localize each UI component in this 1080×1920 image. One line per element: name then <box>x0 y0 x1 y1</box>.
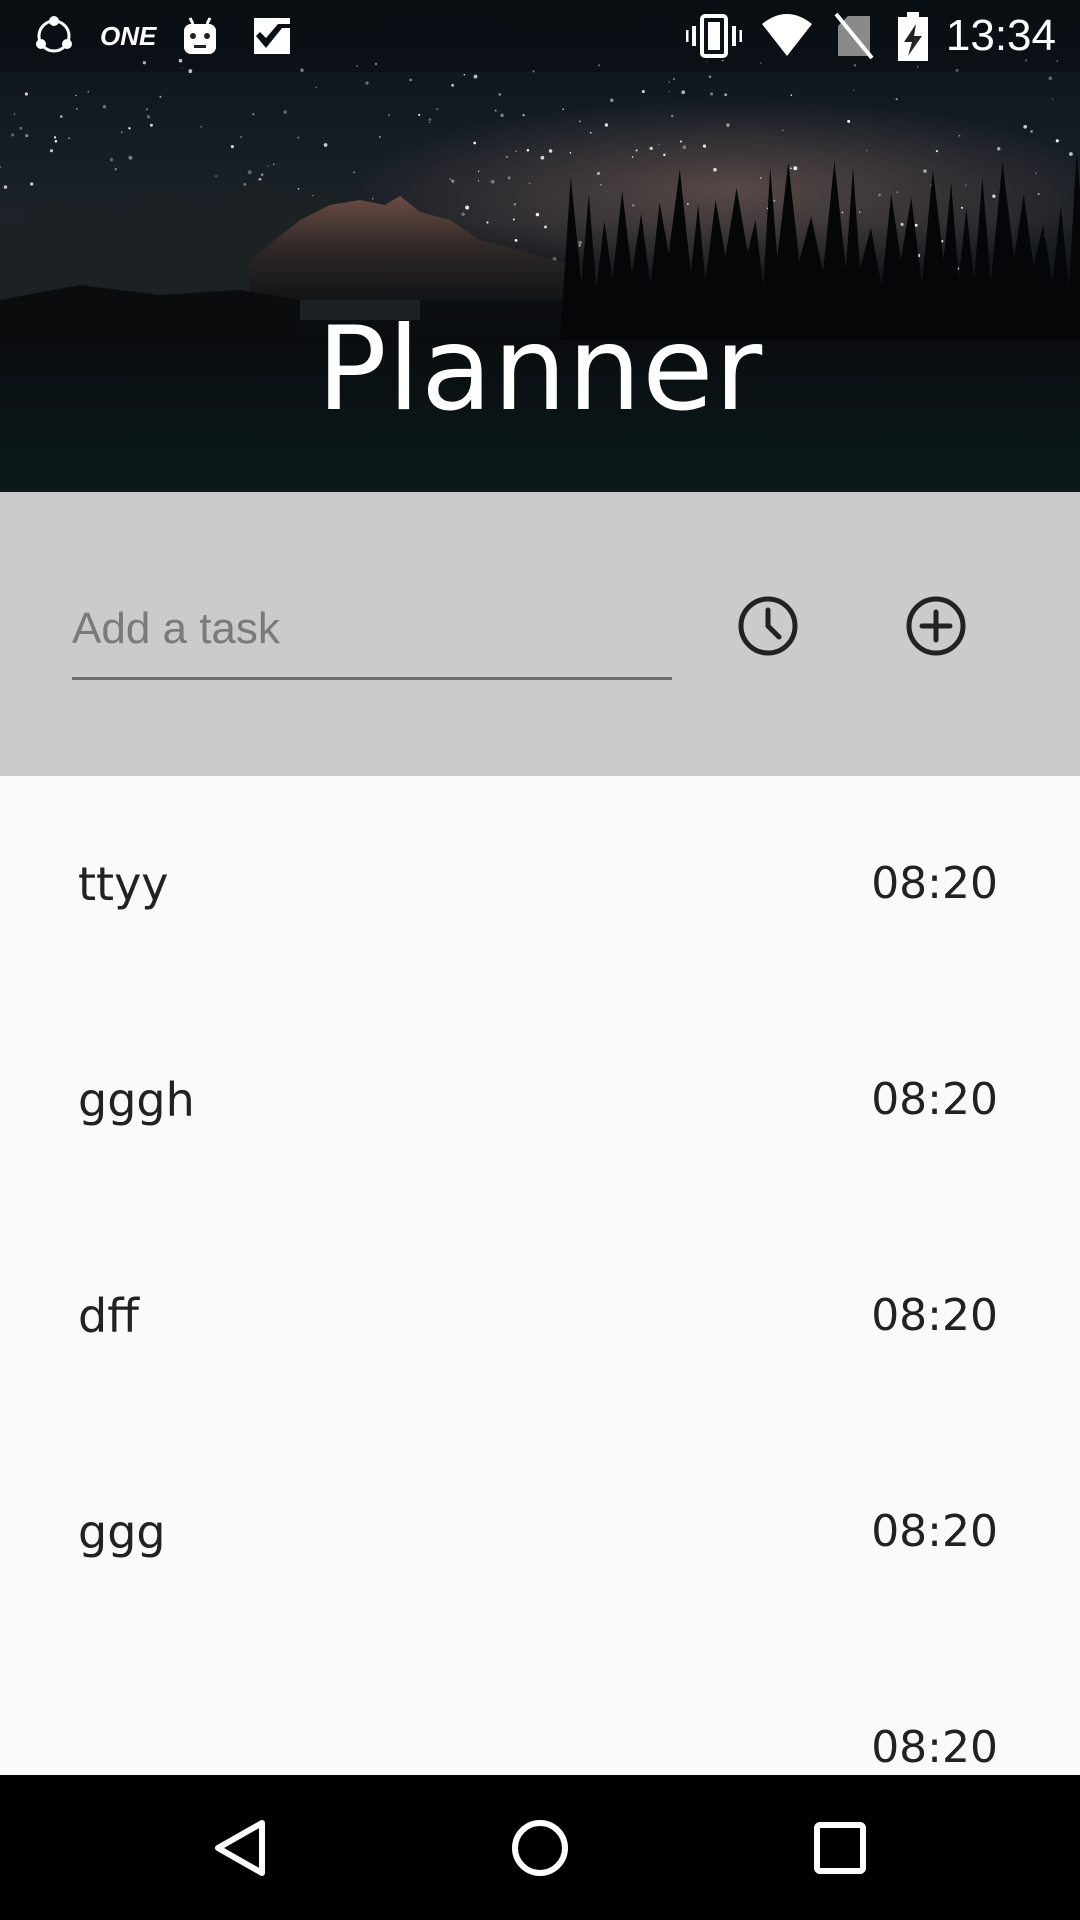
battery-charging-icon <box>898 12 928 61</box>
back-button[interactable] <box>190 1803 290 1893</box>
one-icon: ONE <box>100 21 157 51</box>
android-robot-icon <box>184 17 216 54</box>
wifi-icon <box>762 14 812 56</box>
add-task-panel <box>0 492 1080 776</box>
home-button[interactable] <box>490 1803 590 1893</box>
task-name: gggh <box>78 1073 195 1127</box>
add-circle-icon <box>906 596 966 656</box>
clock-icon <box>738 596 798 656</box>
add-task-button[interactable] <box>896 586 976 666</box>
task-time: 08:20 <box>871 1506 998 1557</box>
recents-button[interactable] <box>790 1803 890 1893</box>
task-name: dff <box>78 1289 139 1343</box>
task-row[interactable]: ttyy 08:20 <box>0 776 1080 992</box>
add-task-input[interactable] <box>72 580 672 680</box>
task-name: ttyy <box>78 857 169 911</box>
status-bar: ONE 13:34 <box>0 0 1080 72</box>
task-list: ttyy 08:20 gggh 08:20 dff 08:20 ggg 08:2… <box>0 776 1080 1775</box>
status-time: 13:34 <box>945 11 1056 60</box>
recents-icon <box>814 1822 866 1874</box>
vibrate-icon <box>686 14 742 58</box>
planner-screen: Planner ONE 13:34 Add a task ttyy 08:20 … <box>0 0 1080 1920</box>
set-time-button[interactable] <box>728 586 808 666</box>
header-banner: Planner <box>0 0 1080 492</box>
task-time: 08:20 <box>871 1290 998 1341</box>
app-title: Planner <box>316 302 764 437</box>
back-icon <box>215 1820 265 1876</box>
task-row[interactable]: ggg 08:20 <box>0 1424 1080 1640</box>
task-time: 08:20 <box>871 1074 998 1125</box>
check-tasks-icon <box>254 18 290 54</box>
shareit-icon <box>36 16 72 53</box>
task-row[interactable]: gggh 08:20 <box>0 992 1080 1208</box>
home-icon <box>512 1820 568 1876</box>
task-row[interactable]: dff 08:20 <box>0 1208 1080 1424</box>
navigation-bar <box>0 1775 1080 1920</box>
task-name: ggg <box>78 1505 166 1559</box>
no-sim-icon <box>834 12 874 60</box>
task-time: 08:20 <box>871 858 998 909</box>
task-row[interactable]: 08:20 <box>0 1640 1080 1775</box>
task-time: 08:20 <box>871 1722 998 1773</box>
